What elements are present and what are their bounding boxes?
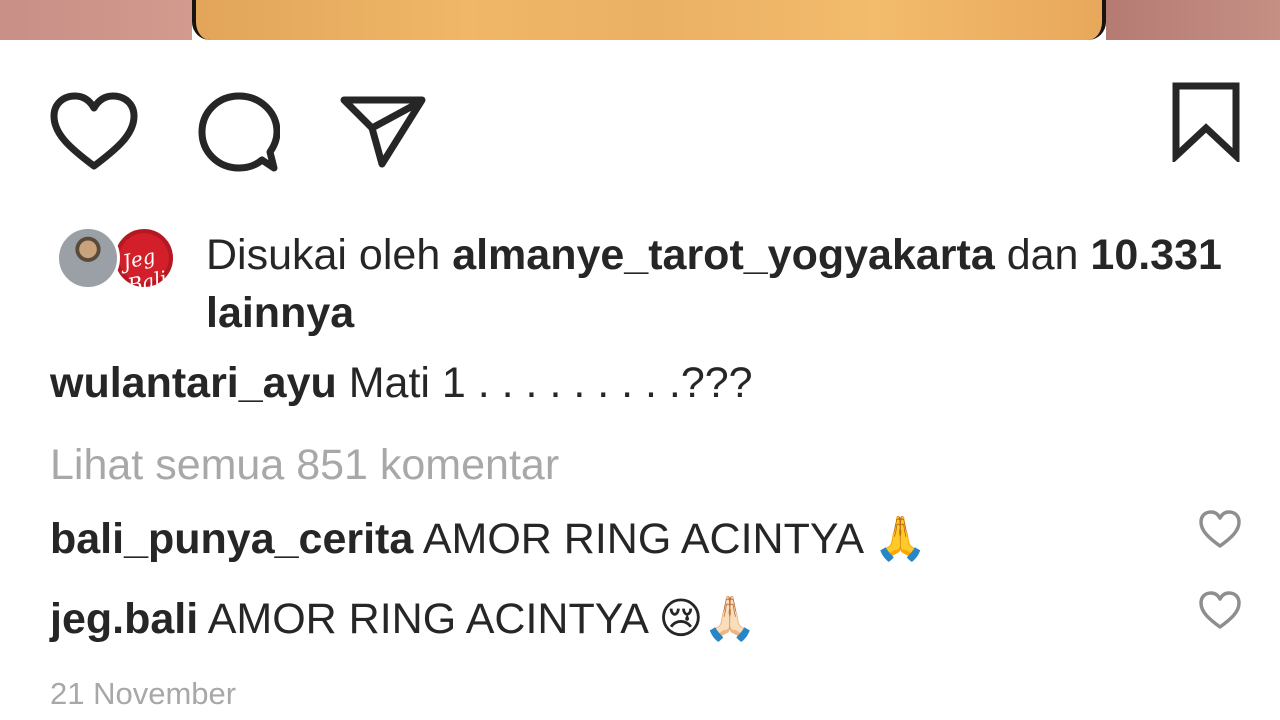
post-date: 21 November xyxy=(50,676,237,711)
comment-text: AMOR RING ACINTYA xyxy=(422,515,862,563)
avatar[interactable] xyxy=(56,226,120,290)
post-image[interactable] xyxy=(192,0,1106,40)
comment-row: bali_punya_cerita AMOR RING ACINTYA 🙏 xyxy=(50,510,927,568)
avatar-logo-text: Jeg Bali xyxy=(120,243,170,290)
small-heart-icon[interactable] xyxy=(1198,591,1242,631)
comment-icon[interactable] xyxy=(198,92,280,174)
send-icon[interactable] xyxy=(340,94,426,168)
avatar[interactable]: Jeg Bali xyxy=(112,226,176,290)
comment-user[interactable]: bali_punya_cerita xyxy=(50,515,413,563)
next-image-edge xyxy=(1106,0,1280,40)
likes-conj: dan xyxy=(1006,231,1079,279)
post-action-bar xyxy=(0,80,1280,180)
prev-image-edge xyxy=(0,0,192,40)
caption-text: Mati 1 . . . . . . . . .??? xyxy=(348,359,753,407)
likes-user[interactable]: almanye_tarot_yogyakarta xyxy=(452,231,995,279)
likes-summary[interactable]: Disukai oleh almanye_tarot_yogyakarta da… xyxy=(206,226,1226,342)
bookmark-icon[interactable] xyxy=(1170,82,1242,162)
comment-text: AMOR RING ACINTYA xyxy=(207,595,647,643)
caption: wulantari_ayu Mati 1 . . . . . . . . .??… xyxy=(50,354,753,412)
small-heart-icon[interactable] xyxy=(1198,510,1242,550)
heart-icon[interactable] xyxy=(50,92,138,172)
comment-emoji: 🙏 xyxy=(873,515,928,563)
comment-row: jeg.bali AMOR RING ACINTYA 😢🙏🏻 xyxy=(50,590,757,648)
view-all-comments-link[interactable]: Lihat semua 851 komentar xyxy=(50,436,559,494)
caption-user[interactable]: wulantari_ayu xyxy=(50,359,337,407)
comment-emoji: 😢🙏🏻 xyxy=(658,595,757,643)
post-image-strip xyxy=(0,0,1280,40)
comment-user[interactable]: jeg.bali xyxy=(50,595,198,643)
likes-prefix: Disukai oleh xyxy=(206,231,441,279)
